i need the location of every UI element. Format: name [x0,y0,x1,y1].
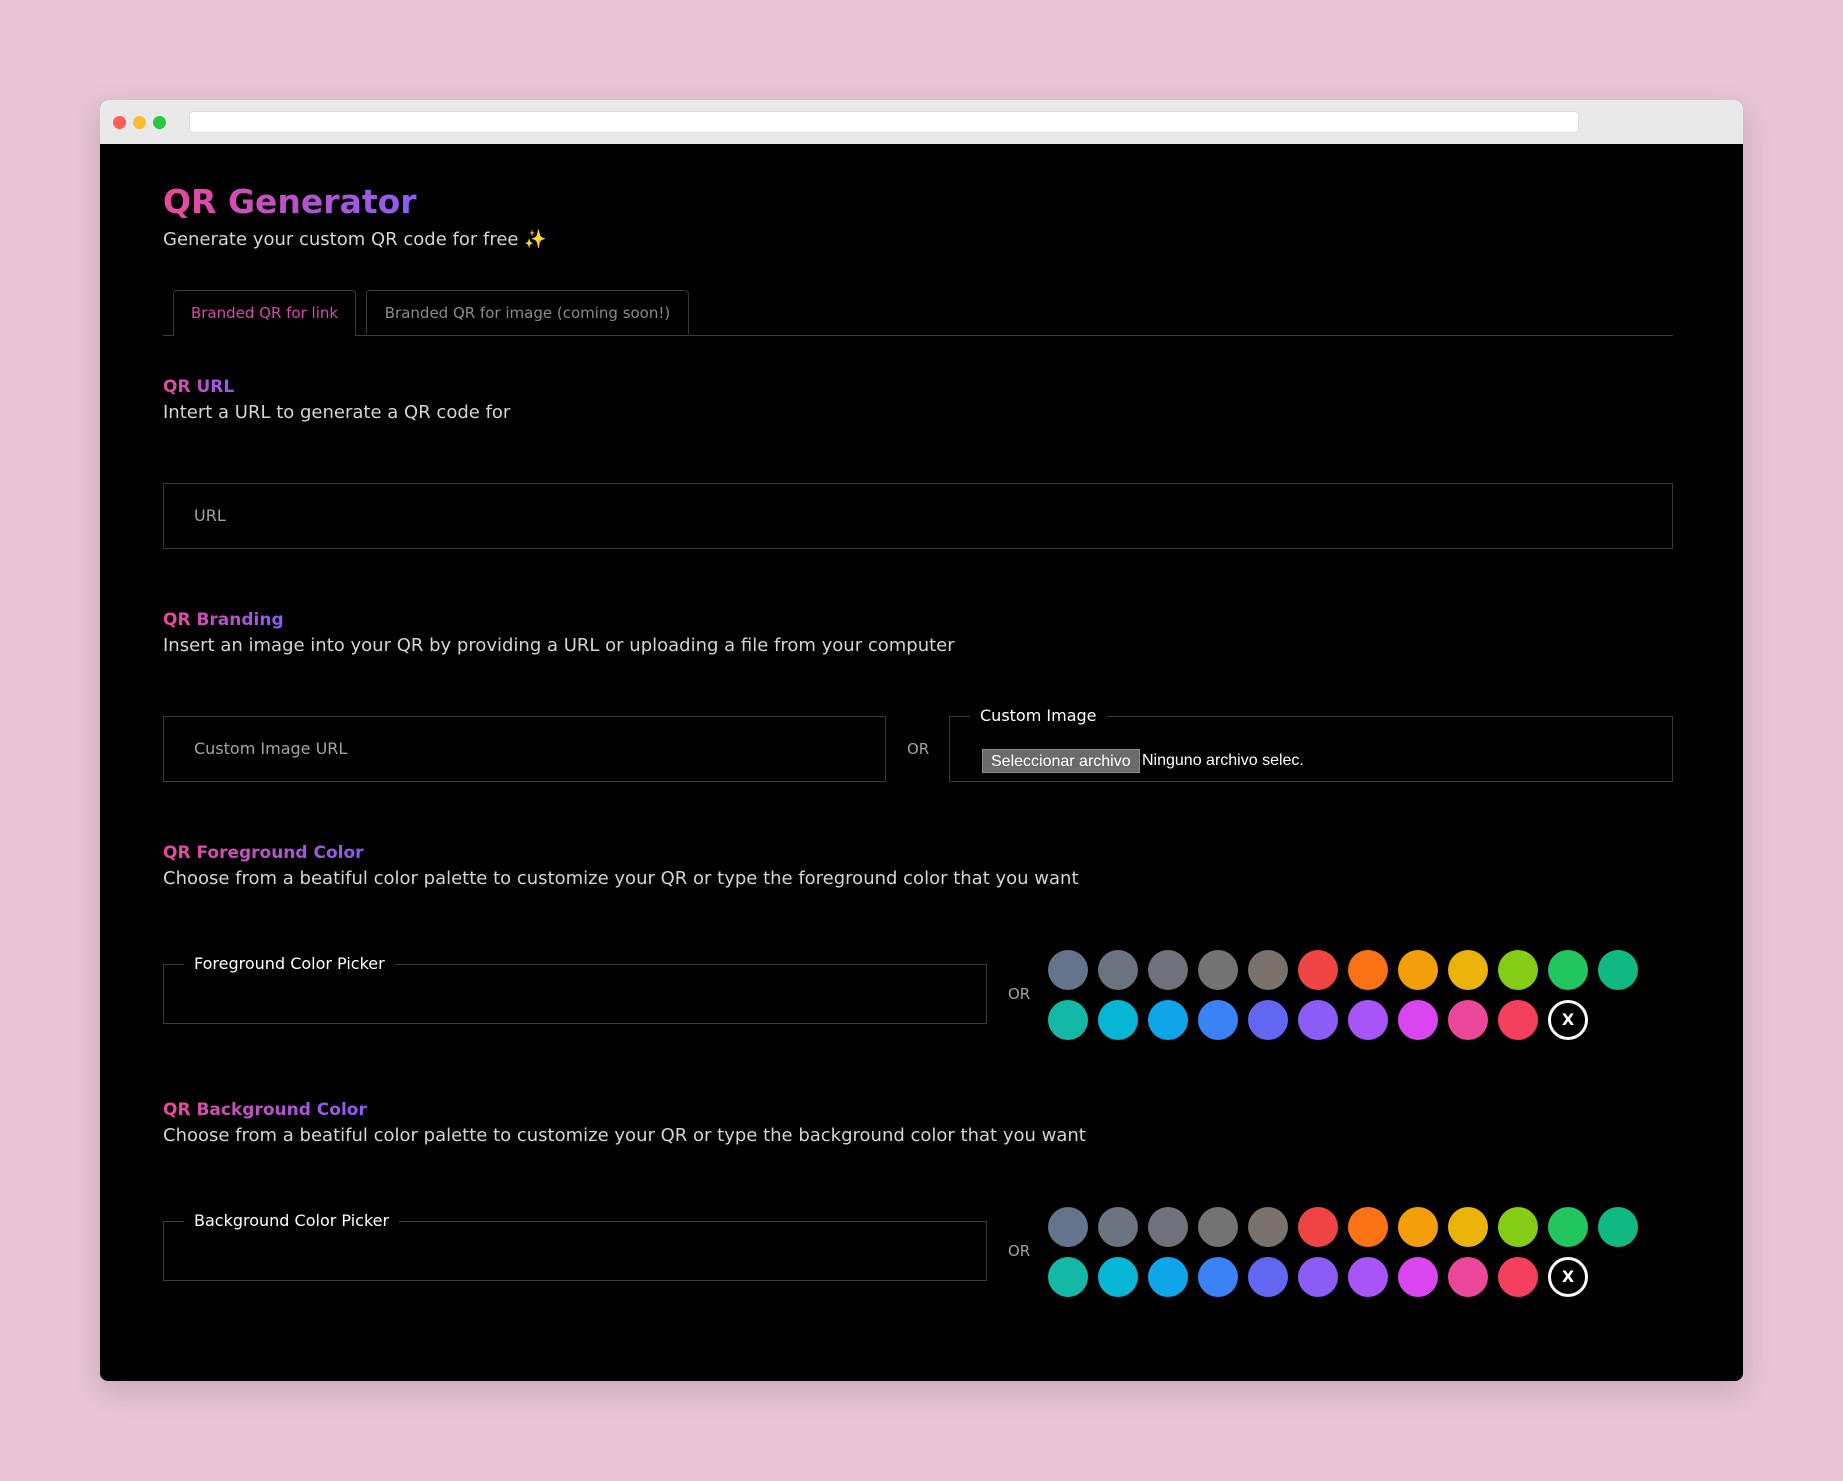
url-input-placeholder: URL [194,506,226,525]
color-swatch[interactable] [1148,1257,1188,1297]
custom-image-legend: Custom Image [970,705,1107,727]
color-swatch[interactable] [1148,950,1188,990]
color-swatch[interactable] [1398,1257,1438,1297]
close-window-dot[interactable] [113,116,126,129]
color-swatch[interactable] [1198,1257,1238,1297]
url-section-title: QR URL [163,377,235,397]
or-separator: OR [907,740,930,758]
color-swatch[interactable] [1548,1207,1588,1247]
color-swatch[interactable] [1098,950,1138,990]
address-bar[interactable] [189,111,1579,133]
color-swatch[interactable] [1448,1257,1488,1297]
color-swatch[interactable] [1498,1000,1538,1040]
maximize-window-dot[interactable] [153,116,166,129]
url-section-description: Intert a URL to generate a QR code for [163,402,511,423]
color-swatch[interactable] [1298,1207,1338,1247]
color-swatch[interactable] [1198,950,1238,990]
tab-branded-qr-image[interactable]: Branded QR for image (coming soon!) [366,290,689,334]
color-swatch[interactable] [1448,1207,1488,1247]
color-swatch[interactable] [1198,1207,1238,1247]
branding-section-description: Insert an image into your QR by providin… [163,635,955,656]
color-swatch[interactable] [1248,1257,1288,1297]
color-swatch[interactable] [1448,1000,1488,1040]
custom-image-url-input[interactable]: Custom Image URL [163,716,886,782]
color-swatch[interactable] [1098,1000,1138,1040]
color-swatch[interactable] [1298,1000,1338,1040]
foreground-section-title: QR Foreground Color [163,843,364,863]
page-title: QR Generator [163,182,417,221]
clear-color-button[interactable]: X [1548,1257,1588,1297]
color-swatch[interactable] [1598,950,1638,990]
background-color-palette: X [1048,1207,1648,1307]
color-swatch[interactable] [1248,1207,1288,1247]
minimize-window-dot[interactable] [133,116,146,129]
color-swatch[interactable] [1348,1257,1388,1297]
tab-branded-qr-link[interactable]: Branded QR for link [173,290,356,336]
color-swatch[interactable] [1048,950,1088,990]
or-separator: OR [1008,1242,1031,1260]
color-swatch[interactable] [1348,1207,1388,1247]
color-swatch[interactable] [1148,1000,1188,1040]
or-separator: OR [1008,985,1031,1003]
color-swatch[interactable] [1348,1000,1388,1040]
color-swatch[interactable] [1198,1000,1238,1040]
background-color-picker[interactable]: Background Color Picker [163,1210,987,1281]
foreground-color-palette: X [1048,950,1648,1050]
foreground-color-picker[interactable]: Foreground Color Picker [163,953,987,1024]
branding-section-title: QR Branding [163,610,284,630]
color-swatch[interactable] [1448,950,1488,990]
color-swatch[interactable] [1298,1257,1338,1297]
color-swatch[interactable] [1048,1000,1088,1040]
page-subtitle: Generate your custom QR code for free ✨ [163,229,547,250]
tab-bar: Branded QR for link Branded QR for image… [163,289,1673,336]
file-status-text: Ninguno archivo selec. [1142,752,1304,769]
background-section-description: Choose from a beatiful color palette to … [163,1125,1086,1146]
color-swatch[interactable] [1098,1207,1138,1247]
color-swatch[interactable] [1598,1207,1638,1247]
color-swatch[interactable] [1148,1207,1188,1247]
color-swatch[interactable] [1498,950,1538,990]
color-swatch[interactable] [1398,1000,1438,1040]
color-swatch[interactable] [1498,1207,1538,1247]
color-swatch[interactable] [1498,1257,1538,1297]
background-section-title: QR Background Color [163,1100,367,1120]
color-swatch[interactable] [1298,950,1338,990]
color-swatch[interactable] [1398,950,1438,990]
url-input[interactable]: URL [163,483,1673,549]
clear-color-button[interactable]: X [1548,1000,1588,1040]
color-swatch[interactable] [1048,1257,1088,1297]
color-swatch[interactable] [1398,1207,1438,1247]
foreground-picker-legend: Foreground Color Picker [184,953,395,975]
background-picker-legend: Background Color Picker [184,1210,400,1232]
color-swatch[interactable] [1098,1257,1138,1297]
color-swatch[interactable] [1048,1207,1088,1247]
color-swatch[interactable] [1548,950,1588,990]
custom-image-file-field: Custom Image Seleccionar archivo Ninguno… [949,705,1673,782]
color-swatch[interactable] [1248,950,1288,990]
select-file-button[interactable]: Seleccionar archivo [982,749,1140,773]
browser-window: QR Generator Generate your custom QR cod… [100,100,1743,1381]
color-swatch[interactable] [1348,950,1388,990]
color-swatch[interactable] [1248,1000,1288,1040]
browser-chrome [100,100,1743,144]
foreground-section-description: Choose from a beatiful color palette to … [163,868,1079,889]
custom-image-url-placeholder: Custom Image URL [194,739,348,758]
